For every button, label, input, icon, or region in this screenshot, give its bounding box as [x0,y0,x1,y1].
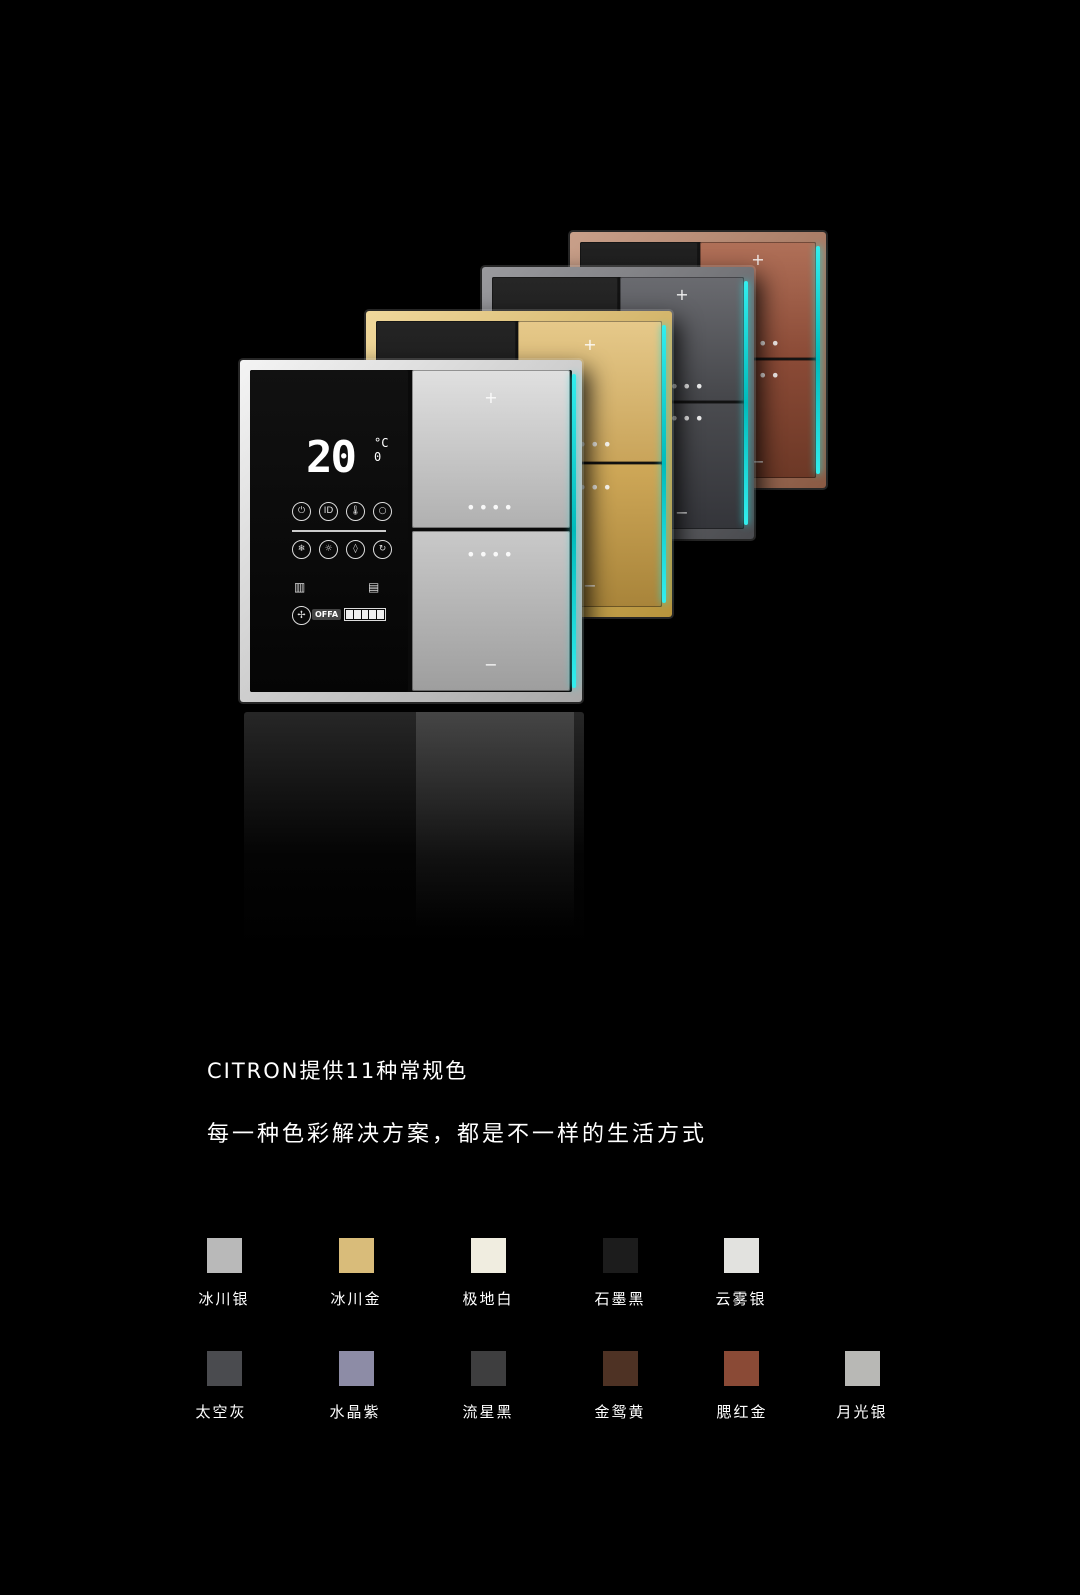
power-icon: ⏻ [292,502,311,521]
sun-icon: ☼ [319,540,338,559]
minus-icon: − [484,655,498,674]
swatch-label: 腮红金 [716,1403,768,1421]
fan-speed-bar: ✢ OFFA [292,606,386,625]
temperature-unit: °C 0 [374,436,388,464]
unit-celsius: °C [374,436,389,450]
dots-icon: •••• [466,498,516,517]
lcd-divider [292,530,386,532]
plus-icon: + [484,388,498,407]
plus-icon: + [583,335,597,354]
swatch-2 [471,1238,506,1273]
swatch-7 [471,1351,506,1386]
swatch-label: 极地白 [462,1290,514,1308]
headline: CITRON提供11种常规色 [207,1059,469,1083]
id-icon: ID [319,502,338,521]
plus-icon: + [675,285,689,304]
panel-silver-key-top: + •••• [412,370,570,528]
swatch-label: 石墨黑 [594,1290,646,1308]
panel-silver-key-bottom: •••• − [412,531,570,691]
panel-reflection [244,712,584,952]
dots-icon: •••• [466,545,516,564]
swatch-label: 金鸳黄 [594,1403,646,1421]
swatch-1 [339,1238,374,1273]
fan-mode-label: OFFA [312,609,342,620]
swatch-label: 水晶紫 [329,1403,381,1421]
swatch-label: 冰川银 [198,1290,250,1308]
lcd-icon-row-2: ❄ ☼ ◊ ↻ [292,540,392,559]
panel-glow [744,281,748,525]
lcd-icon-row-1: ⏻ ID 🌡 ○ [292,502,392,521]
ac-icon: ▤ [368,580,380,594]
snowflake-icon: ❄ [292,540,311,559]
panel-glow [816,246,820,474]
panel-glow [662,325,666,603]
swatch-0 [207,1238,242,1273]
product-hero: + •••• •••• − + •••• •••• − + •••• •••• [0,0,1080,1000]
unit-decimal: 0 [374,450,382,464]
swatch-label: 月光银 [836,1403,888,1421]
panel-silver-front: 20 °C 0 ⏻ ID 🌡 ○ ❄ ☼ ◊ ↻ ▥ ▤ ✢ OFFA + ••… [240,360,582,702]
swatch-10 [845,1351,880,1386]
cycle-icon: ↻ [373,540,392,559]
swatch-label: 云雾银 [715,1290,767,1308]
swatch-3 [603,1238,638,1273]
subline: 每一种色彩解决方案，都是不一样的生活方式 [207,1122,708,1147]
bulb-icon: ○ [373,502,392,521]
fan-level-segments [344,608,386,621]
fan-icon: ✢ [292,606,311,625]
drop-icon: ◊ [346,540,365,559]
swatch-5 [207,1351,242,1386]
swatch-label: 流星黑 [462,1403,514,1421]
swatch-label: 太空灰 [195,1403,247,1421]
temperature-value: 20 [306,432,357,483]
heater-icon: ▥ [294,580,306,594]
thermostat-display: 20 °C 0 ⏻ ID 🌡 ○ ❄ ☼ ◊ ↻ ▥ ▤ ✢ OFFA [250,370,408,692]
thermometer-icon: 🌡 [346,502,365,521]
panel-glow [572,374,576,688]
swatch-6 [339,1351,374,1386]
swatch-9 [724,1351,759,1386]
swatch-label: 冰川金 [330,1290,382,1308]
swatch-4 [724,1238,759,1273]
swatch-8 [603,1351,638,1386]
